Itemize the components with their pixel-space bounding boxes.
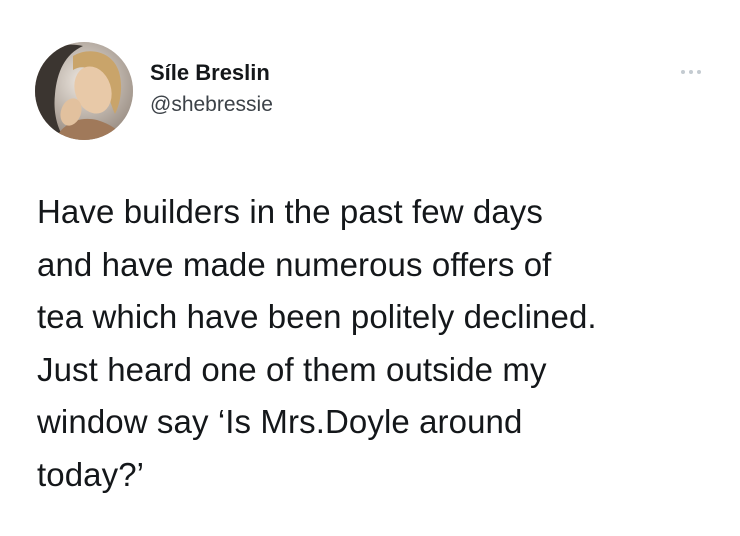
profile-photo-icon: [35, 42, 133, 140]
tweet-card: Síle Breslin @shebressie Have builders i…: [0, 0, 740, 536]
tweet-text-line: window say ‘Is Mrs.Doyle around: [37, 403, 523, 440]
tweet-text-line: Just heard one of them outside my: [37, 350, 547, 388]
author-handle[interactable]: @shebressie: [150, 93, 273, 117]
avatar[interactable]: [35, 42, 133, 140]
tweet-text-line: tea which have been politely declined.: [37, 298, 597, 335]
tweet-text-line: Have builders in the past few days: [37, 193, 544, 230]
tweet-text-line: today?’: [37, 455, 145, 493]
author-name[interactable]: Síle Breslin: [150, 60, 270, 86]
tweet-text: Have builders in the past few days and h…: [37, 186, 727, 501]
tweet-text-line: and have made numerous offers of: [37, 245, 552, 283]
more-options-icon[interactable]: [676, 64, 706, 80]
